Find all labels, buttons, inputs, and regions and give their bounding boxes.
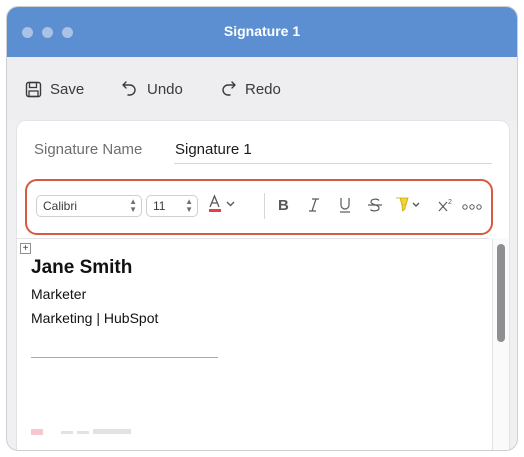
underline-icon xyxy=(338,196,352,219)
signature-name-field[interactable] xyxy=(174,135,492,164)
undo-button[interactable]: Undo xyxy=(121,76,183,102)
scrollbar-thumb[interactable] xyxy=(497,244,505,342)
more-icon xyxy=(462,198,482,216)
undo-label: Undo xyxy=(147,80,183,98)
font-size-value: 11 xyxy=(153,199,166,213)
font-family-select[interactable]: Calibri ▲ ▼ xyxy=(36,195,142,217)
highlight-icon xyxy=(394,195,424,220)
redo-button[interactable]: Redo xyxy=(219,76,281,102)
italic-button[interactable] xyxy=(304,195,324,219)
bold-icon: B xyxy=(277,197,291,218)
superscript-button[interactable]: 2 xyxy=(436,195,456,219)
signature-job-title: Marketer xyxy=(31,286,87,302)
highlight-button[interactable] xyxy=(393,195,425,219)
bold-button[interactable]: B xyxy=(274,195,294,219)
window-title: Signature 1 xyxy=(223,23,301,39)
font-family-value: Calibri xyxy=(43,199,78,213)
signature-window: Signature 1 Save Undo Redo Signature Nam… xyxy=(7,7,517,450)
signature-name-label: Signature Name xyxy=(34,141,143,158)
signature-divider xyxy=(31,357,218,358)
save-label: Save xyxy=(50,80,85,98)
signature-person-name: Jane Smith xyxy=(31,257,133,278)
underline-button[interactable] xyxy=(335,195,355,219)
stepper-chevron-icon: ▲ ▼ xyxy=(185,197,193,214)
save-button[interactable]: Save xyxy=(25,76,84,102)
font-color-button[interactable] xyxy=(205,193,241,221)
font-size-select[interactable]: 11 ▲ ▼ xyxy=(146,195,198,217)
signature-editor[interactable]: + Jane Smith Marketer Marketing | HubSpo… xyxy=(17,238,489,450)
stepper-chevron-icon: ▲ ▼ xyxy=(129,197,137,214)
save-icon xyxy=(25,81,42,98)
signature-company: Marketing | HubSpot xyxy=(31,310,159,326)
toolbar-separator xyxy=(264,193,265,219)
table-move-handle-icon[interactable]: + xyxy=(20,243,31,254)
svg-text:2: 2 xyxy=(448,199,452,206)
title-bar: Signature 1 xyxy=(7,7,517,57)
signature-panel: Signature Name Calibri ▲▼ 11 ▲▼ B xyxy=(16,120,510,450)
redo-icon xyxy=(219,80,237,98)
strikethrough-button[interactable] xyxy=(365,195,385,219)
superscript-icon: 2 xyxy=(437,197,455,218)
undo-icon xyxy=(121,80,139,98)
clipped-content xyxy=(31,422,161,435)
svg-text:B: B xyxy=(278,197,289,213)
more-options-button[interactable] xyxy=(461,195,483,219)
main-toolbar: Save Undo Redo xyxy=(7,57,517,121)
redo-label: Redo xyxy=(245,80,281,98)
format-toolbar: Calibri ▲ ▼ 11 ▲ ▼ B 2 xyxy=(25,179,493,235)
editor-scrollbar[interactable] xyxy=(492,238,509,450)
font-color-icon xyxy=(206,193,240,221)
italic-icon xyxy=(307,197,321,218)
strikethrough-icon xyxy=(367,197,383,218)
